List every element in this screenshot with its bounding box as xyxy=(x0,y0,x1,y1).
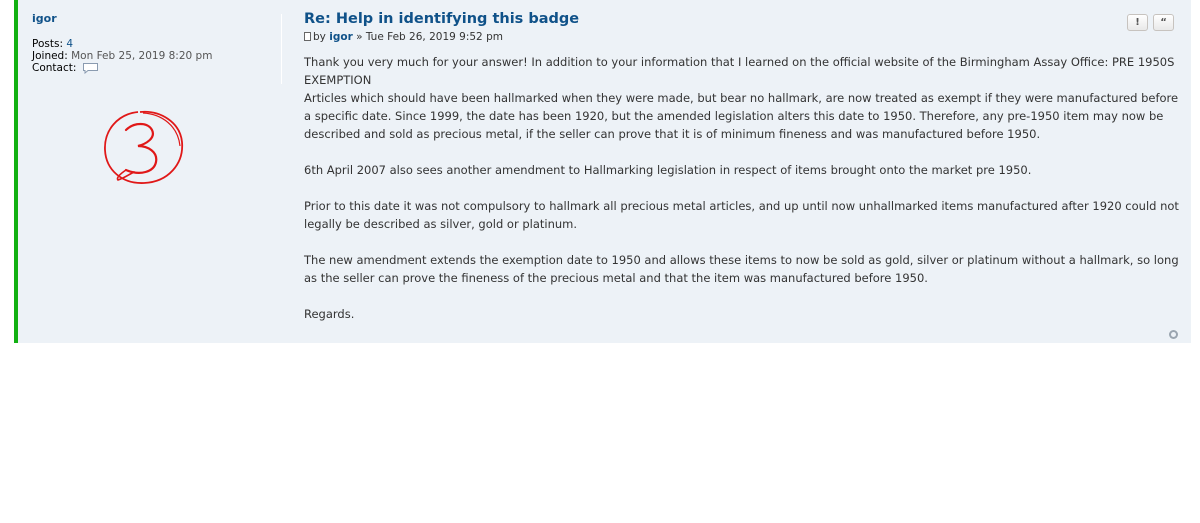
post-title[interactable]: Re: Help in identifying this badge xyxy=(304,11,1184,27)
posts-count[interactable]: 4 xyxy=(66,38,73,50)
report-button[interactable]: ! xyxy=(1127,14,1148,31)
post-paragraph: The new amendment extends the exemption … xyxy=(304,253,1179,285)
profile-divider xyxy=(281,14,282,84)
post-buttons: ! “ xyxy=(1127,14,1174,31)
post-body: Re: Help in identifying this badge by ig… xyxy=(304,11,1184,341)
joined-date: Mon Feb 25, 2019 8:20 pm xyxy=(71,50,213,62)
posts-row: Posts: 4 xyxy=(32,38,262,50)
contact-row: Contact: xyxy=(32,62,262,77)
joined-row: Joined: Mon Feb 25, 2019 8:20 pm xyxy=(32,50,262,62)
joined-label: Joined: xyxy=(32,50,68,62)
posts-label: Posts: xyxy=(32,38,63,50)
post-paragraph: Articles which should have been hallmark… xyxy=(304,91,1179,141)
contact-label: Contact: xyxy=(32,62,77,74)
post-profile: igor Posts: 4 Joined: Mon Feb 25, 2019 8… xyxy=(32,12,262,77)
post-container: igor Posts: 4 Joined: Mon Feb 25, 2019 8… xyxy=(14,0,1191,343)
back-to-top-icon[interactable] xyxy=(1169,330,1178,339)
post-paragraph: Thank you very much for your answer! In … xyxy=(304,55,1175,87)
quote-button[interactable]: “ xyxy=(1153,14,1174,31)
annotation-circle-icon xyxy=(102,108,186,190)
post-file-icon[interactable] xyxy=(304,32,311,41)
profile-username[interactable]: igor xyxy=(32,12,262,25)
contact-icon[interactable] xyxy=(82,62,99,77)
post-paragraph: Prior to this date it was not compulsory… xyxy=(304,199,1179,231)
post-paragraph: 6th April 2007 also sees another amendme… xyxy=(304,163,1032,177)
post-author-link[interactable]: igor xyxy=(329,31,353,43)
post-date: » Tue Feb 26, 2019 9:52 pm xyxy=(356,31,503,43)
post-paragraph: Regards. xyxy=(304,307,355,321)
post-content: Thank you very much for your answer! In … xyxy=(304,53,1184,323)
post-by-label: by xyxy=(313,31,326,43)
post-meta: by igor » Tue Feb 26, 2019 9:52 pm xyxy=(304,31,1184,43)
